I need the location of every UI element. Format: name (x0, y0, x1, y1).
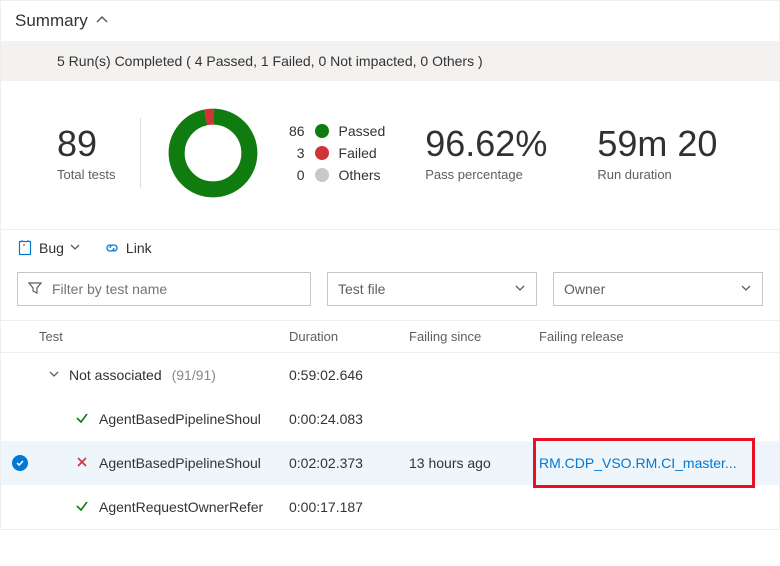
failing-since: 13 hours ago (409, 455, 539, 471)
group-row[interactable]: Not associated (91/91) 0:59:02.646 (1, 353, 779, 397)
link-icon (104, 240, 120, 256)
table-row[interactable]: AgentBasedPipelineShoul 0:00:24.083 (1, 397, 779, 441)
checkmark-icon (75, 499, 89, 516)
col-test[interactable]: Test (39, 329, 289, 344)
test-duration: 0:00:17.187 (289, 499, 409, 515)
test-duration: 0:00:24.083 (289, 411, 409, 427)
legend-passed: 86 Passed (281, 123, 386, 139)
test-name: AgentRequestOwnerRefer (99, 499, 263, 515)
total-tests-value: 89 (57, 124, 116, 164)
chevron-up-icon (96, 14, 108, 29)
pass-pct-stat: 96.62% Pass percentage (425, 124, 547, 183)
test-name: AgentBasedPipelineShoul (99, 411, 261, 427)
table-row[interactable]: AgentRequestOwnerRefer 0:00:17.187 (1, 485, 779, 529)
filter-name-input[interactable] (17, 272, 311, 306)
stats-panel: 89 Total tests 86 Passed (1, 81, 779, 229)
chevron-down-icon[interactable] (49, 369, 59, 382)
pass-pct-label: Pass percentage (425, 167, 547, 182)
duration-value: 59m 20 (597, 124, 717, 164)
run-status-text: 5 Run(s) Completed ( 4 Passed, 1 Failed,… (1, 41, 779, 81)
chevron-down-icon (70, 241, 80, 255)
chevron-down-icon (514, 282, 526, 297)
filter-name-field[interactable] (52, 281, 300, 297)
total-tests-label: Total tests (57, 167, 116, 182)
duration-label: Run duration (597, 167, 717, 182)
summary-toggle[interactable]: Summary (1, 1, 779, 41)
col-release[interactable]: Failing release (539, 329, 739, 344)
dot-icon (315, 168, 329, 182)
group-name: Not associated (69, 367, 162, 383)
duration-stat: 59m 20 Run duration (597, 124, 717, 183)
link-button[interactable]: Link (104, 240, 152, 256)
bug-button[interactable]: Bug (17, 240, 80, 256)
pass-pct-value: 96.62% (425, 124, 547, 164)
chevron-down-icon (740, 282, 752, 297)
checkmark-icon (75, 411, 89, 428)
selected-indicator-icon (12, 455, 28, 471)
summary-title: Summary (15, 11, 88, 31)
dot-icon (315, 124, 329, 138)
group-duration: 0:59:02.646 (289, 367, 409, 383)
legend-others: 0 Others (281, 167, 386, 183)
group-count: (91/91) (172, 367, 216, 383)
table-header: Test Duration Failing since Failing rele… (1, 320, 779, 353)
filter-bar: Test file Owner (1, 266, 779, 320)
filter-icon (28, 281, 42, 298)
bug-icon (17, 240, 33, 256)
failing-release-link[interactable]: RM.CDP_VSO.RM.CI_master... (539, 455, 739, 471)
total-tests-stat: 89 Total tests (57, 124, 116, 183)
test-name: AgentBasedPipelineShoul (99, 455, 261, 471)
col-since[interactable]: Failing since (409, 329, 539, 344)
filter-file-dropdown[interactable]: Test file (327, 272, 537, 306)
table-row[interactable]: AgentBasedPipelineShoul 0:02:02.373 13 h… (1, 441, 779, 485)
col-duration[interactable]: Duration (289, 329, 409, 344)
toolbar: Bug Link (1, 229, 779, 266)
dot-icon (315, 146, 329, 160)
results-donut-chart (165, 105, 261, 201)
x-icon (75, 455, 89, 472)
test-duration: 0:02:02.373 (289, 455, 409, 471)
divider (140, 118, 141, 188)
filter-owner-dropdown[interactable]: Owner (553, 272, 763, 306)
legend: 86 Passed 3 Failed 0 Others (281, 123, 386, 183)
results-donut-group: 86 Passed 3 Failed 0 Others (165, 105, 386, 201)
legend-failed: 3 Failed (281, 145, 386, 161)
